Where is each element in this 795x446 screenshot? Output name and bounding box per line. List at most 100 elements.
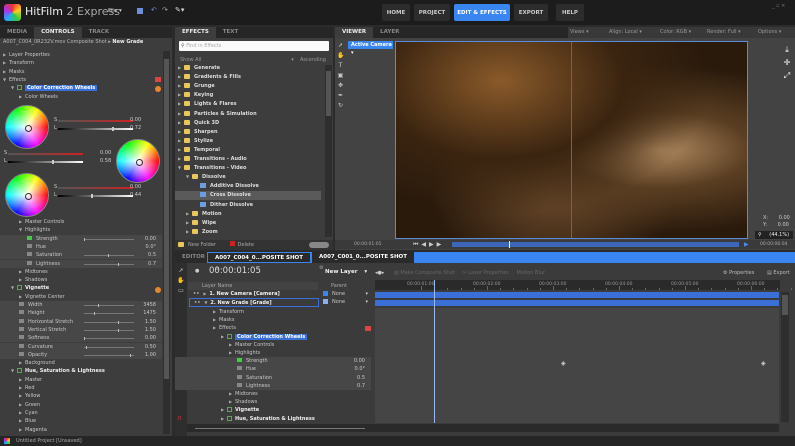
tab-media[interactable]: MEDIA: [0, 27, 34, 38]
tree-item-green[interactable]: ▶Green: [0, 401, 162, 409]
pen-tool-icon[interactable]: ✒: [337, 91, 344, 101]
param-row-width[interactable]: Width3458: [0, 301, 162, 309]
breadcrumb-parent[interactable]: A007_C004_0R232V.mov Composite Shot: [3, 39, 107, 45]
move-down-icon[interactable]: ⤓: [780, 43, 794, 56]
fullscreen-icon[interactable]: ⤢: [780, 69, 794, 82]
param-slider[interactable]: [84, 239, 134, 240]
effect-item-dissolve[interactable]: ▼Dissolve: [175, 173, 321, 181]
video-frame[interactable]: [395, 41, 748, 239]
nav-help[interactable]: HELP: [556, 4, 584, 21]
tools-icon[interactable]: ✎▾: [175, 6, 184, 14]
keyframe-toggle-icon[interactable]: [19, 327, 24, 331]
tree-item-vignette[interactable]: ▶Vignette: [175, 406, 371, 414]
tab-text[interactable]: TEXT: [216, 27, 246, 38]
keyframe-toggle-icon[interactable]: [27, 252, 32, 256]
param-value[interactable]: 0.00: [145, 334, 156, 342]
effect-item-additive-dissolve[interactable]: Additive Dissolve: [175, 182, 321, 190]
tree-item-master-controls[interactable]: ▶Master Controls: [175, 341, 371, 349]
tab-track[interactable]: TRACK: [82, 27, 117, 38]
effect-item-transitions-video[interactable]: ▼Transitions - Video: [175, 164, 321, 172]
param-slider[interactable]: [84, 255, 134, 256]
lightness-slider[interactable]: [8, 161, 83, 163]
viewer-scrubber[interactable]: [452, 242, 739, 247]
keyframe-icon[interactable]: ◈: [761, 360, 766, 367]
slider-handle[interactable]: [52, 160, 54, 164]
keyframe-toggle-icon[interactable]: [19, 335, 24, 339]
tab-layer[interactable]: LAYER: [373, 27, 406, 38]
effect-item-motion[interactable]: ▶Motion: [175, 210, 321, 218]
param-slider[interactable]: [84, 347, 134, 348]
saturation-value[interactable]: 0.00: [130, 184, 141, 190]
slider-handle[interactable]: [94, 312, 95, 315]
hand-tool-icon[interactable]: ✋: [175, 276, 187, 286]
tree-item-hue-saturation-lightness[interactable]: ▶Hue, Saturation & Lightness: [175, 415, 371, 423]
tree-item-highlights[interactable]: ▶Highlights: [175, 349, 371, 357]
magnet-icon[interactable]: ∩: [177, 414, 185, 422]
param-row-height[interactable]: Height1475: [0, 309, 162, 317]
tree-item-red[interactable]: ▶Red: [0, 384, 162, 392]
param-row-curvature[interactable]: Curvature0.50: [0, 343, 162, 351]
move-icon[interactable]: ✛: [780, 56, 794, 69]
param-value[interactable]: 0.50: [145, 343, 156, 351]
tree-item-effects[interactable]: ▼Effects: [0, 76, 162, 84]
tab-composite-shot-2[interactable]: A007_C001_0...POSITE SHOT ⊗: [312, 252, 414, 263]
effect-enabled-checkbox[interactable]: [227, 407, 232, 412]
keyframe-toggle-icon[interactable]: [27, 244, 32, 248]
effect-item-wipe[interactable]: ▶Wipe: [175, 219, 321, 227]
effect-item-grunge[interactable]: ▶Grunge: [175, 82, 321, 90]
effect-item-keying[interactable]: ▶Keying: [175, 91, 321, 99]
tab-effects[interactable]: EFFECTS: [175, 27, 216, 38]
scrubber-head[interactable]: [509, 241, 510, 248]
parent-dropdown[interactable]: None▾: [321, 290, 371, 298]
param-value[interactable]: 0.5: [357, 374, 365, 382]
timeline-horizontal-scrollbar[interactable]: [375, 424, 779, 432]
tree-item-color-correction-wheels[interactable]: ▼Color Correction Wheels: [0, 84, 162, 92]
select-tool-icon[interactable]: ➚: [337, 41, 344, 51]
slider-handle[interactable]: [86, 346, 87, 349]
undo-icon[interactable]: ↶: [151, 6, 157, 14]
tree-item-layer-properties[interactable]: ▶Layer Properties: [0, 51, 162, 59]
nav-export[interactable]: EXPORT: [514, 4, 548, 21]
param-row-softness[interactable]: Softness0.00: [0, 334, 162, 342]
keyframe-toggle-icon[interactable]: [19, 310, 24, 314]
effects-scrollbar[interactable]: [325, 65, 332, 237]
lightness-slider[interactable]: [58, 128, 133, 130]
effect-item-stylize[interactable]: ▶Stylize: [175, 137, 321, 145]
nav-edit-effects[interactable]: EDIT & EFFECTS: [454, 4, 510, 21]
slider-handle[interactable]: [84, 238, 85, 241]
param-value[interactable]: 0.7: [148, 260, 156, 268]
param-row-strength[interactable]: Strength0.00: [175, 357, 371, 365]
tab-composite-shot-1[interactable]: A007_C004_0...POSITE SHOT ⊗: [207, 252, 311, 263]
slider-handle[interactable]: [108, 254, 109, 257]
tree-item-hue-saturation-lightness[interactable]: ▼Hue, Saturation & Lightness: [0, 367, 162, 375]
nav-project[interactable]: PROJECT: [414, 4, 450, 21]
param-value[interactable]: 1.50: [145, 318, 156, 326]
visibility-icon[interactable]: ••: [194, 300, 200, 306]
zoom-dropdown[interactable]: ⚲ (44.1%) ▾: [755, 231, 793, 239]
tree-item-transform[interactable]: ▶Transform: [0, 59, 162, 67]
param-value[interactable]: 0.0°: [146, 243, 156, 251]
properties-button[interactable]: ⚙ Properties: [723, 270, 754, 276]
slider-handle[interactable]: [98, 304, 99, 307]
keyframe-toggle-icon[interactable]: [237, 375, 242, 379]
snap-icon[interactable]: ●: [195, 268, 199, 274]
hand-tool-icon[interactable]: ✋: [337, 51, 344, 61]
keyframe-nav-icon[interactable]: ◂●▸: [375, 270, 384, 276]
saturation-value[interactable]: 0.00: [130, 117, 141, 123]
effect-item-temporal[interactable]: ▶Temporal: [175, 146, 321, 154]
param-row-saturation[interactable]: Saturation0.5: [175, 374, 371, 382]
saturation-slider[interactable]: [58, 187, 133, 189]
text-tool-icon[interactable]: T: [337, 61, 344, 71]
timeline-ruler[interactable]: 00:00:01:0000:00:02:0000:00:03:0000:00:0…: [375, 280, 780, 290]
timeline-timecode[interactable]: 00:00:01:05: [209, 266, 261, 276]
sort-dropdown[interactable]: Ascending: [300, 57, 326, 63]
effect-item-gradients-fills[interactable]: ▶Gradients & Fills: [175, 73, 321, 81]
color-wheel[interactable]: [5, 173, 49, 217]
param-slider[interactable]: [84, 330, 134, 331]
views-dropdown[interactable]: Views ▾: [570, 28, 589, 36]
parent-dropdown[interactable]: None▾: [321, 298, 371, 306]
rotate-tool-icon[interactable]: ↻: [337, 101, 344, 111]
active-camera-dropdown[interactable]: Active Camera ▾: [348, 41, 393, 49]
tree-item-vignette[interactable]: ▼Vignette: [0, 284, 162, 292]
param-row-vertical-stretch[interactable]: Vertical Stretch1.50: [0, 326, 162, 334]
